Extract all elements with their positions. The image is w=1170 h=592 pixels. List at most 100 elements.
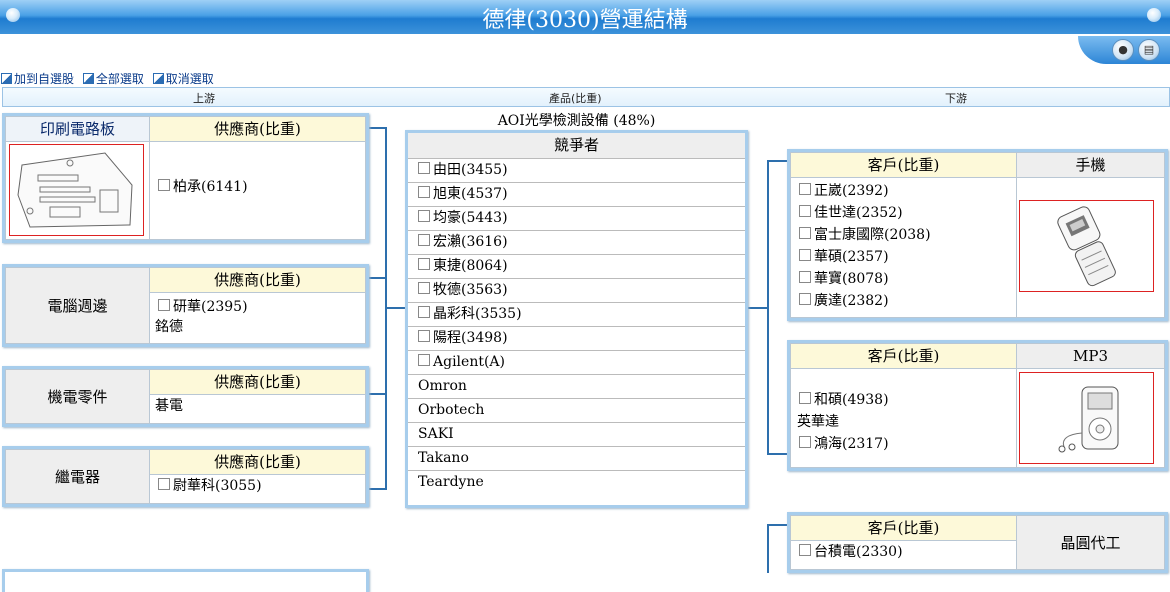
connector-line: [767, 524, 769, 573]
competitor-item: 陽程(3498): [408, 327, 745, 351]
competitor-item: Agilent(A): [408, 351, 745, 375]
printer-icon[interactable]: ▤: [1138, 39, 1160, 61]
select-checkbox[interactable]: [158, 478, 170, 490]
lock-icon[interactable]: ●: [1112, 39, 1134, 61]
competitor-item: Teardyne: [418, 474, 484, 490]
select-checkbox[interactable]: [799, 544, 811, 556]
competitor-header: 競爭者: [408, 133, 745, 159]
connector-line: [767, 160, 787, 162]
customer-item: 佳世達(2352): [791, 202, 1016, 224]
flip-phone-icon: [1019, 200, 1154, 292]
connector-line: [368, 488, 386, 490]
column-header-bar: 上游 產品(比重) 下游: [2, 87, 1170, 107]
customer-item: 華寶(8078): [791, 268, 1016, 290]
customer-item: 和碩(4938): [791, 389, 1016, 411]
pcb-board-icon: [9, 144, 144, 236]
downstream-column-label: 下游: [945, 92, 967, 105]
customer-item: 英華達: [797, 414, 839, 430]
select-checkbox[interactable]: [158, 179, 170, 191]
supplier-header: 供應商(比重): [149, 267, 366, 293]
competitor-item: Omron: [408, 375, 745, 399]
select-checkbox[interactable]: [158, 299, 170, 311]
downstream-panel-mp3: 客戶(比重) MP3 和碩(4938) 英華達 鴻海(2317): [787, 340, 1168, 471]
competitor-item: 東捷(8064): [408, 255, 745, 279]
category-label: 機電零件: [5, 369, 150, 424]
supplier-item: 柏承(6141): [150, 176, 365, 198]
select-checkbox[interactable]: [418, 234, 430, 246]
connector-line: [748, 307, 768, 309]
customer-header: 客戶(比重): [790, 515, 1017, 541]
competitor-list: 由田(3455) 旭東(4537) 均豪(5443) 宏瀨(3616) 東捷(8…: [408, 159, 745, 494]
competitor-item: 宏瀨(3616): [408, 231, 745, 255]
upstream-panel-partial: [2, 569, 369, 592]
add-to-watchlist-link[interactable]: 加到自選股: [1, 72, 74, 86]
downstream-panel-mobile: 客戶(比重) 手機 正崴(2392) 佳世達(2352) 富士康國際(2038)…: [787, 149, 1168, 321]
mp3-player-icon: [1019, 372, 1154, 464]
select-checkbox[interactable]: [799, 205, 811, 217]
category-label: 印刷電路板: [5, 116, 150, 142]
product-name: AOI光學檢測設備 (48%): [497, 113, 656, 129]
competitor-panel: 競爭者 由田(3455) 旭東(4537) 均豪(5443) 宏瀨(3616) …: [405, 130, 748, 508]
select-checkbox[interactable]: [799, 271, 811, 283]
upstream-column-label: 上游: [193, 92, 215, 105]
select-checkbox[interactable]: [799, 436, 811, 448]
supplier-item: 碁電: [155, 398, 183, 414]
arrow-icon: [152, 73, 164, 84]
connector-line: [767, 160, 769, 454]
category-label: 晶圓代工: [1016, 515, 1165, 570]
customer-header: 客戶(比重): [790, 152, 1017, 178]
arrow-icon: [1, 73, 12, 84]
category-label: MP3: [1016, 343, 1165, 369]
select-checkbox[interactable]: [418, 210, 430, 222]
upstream-panel-pcb: 印刷電路板 供應商(比重) 柏承(6141): [2, 113, 369, 243]
select-checkbox[interactable]: [418, 330, 430, 342]
deselect-link[interactable]: 取消選取: [152, 72, 214, 86]
supplier-header: 供應商(比重): [149, 449, 366, 475]
select-checkbox[interactable]: [799, 293, 811, 305]
supplier-header: 供應商(比重): [149, 116, 366, 142]
title-bar: 德律(3030)營運結構: [0, 0, 1170, 34]
customer-item: 鴻海(2317): [791, 433, 1016, 455]
customer-item: 廣達(2382): [791, 290, 1016, 312]
connector-line: [368, 127, 386, 129]
competitor-item: 牧德(3563): [408, 279, 745, 303]
competitor-item: SAKI: [408, 423, 745, 447]
supplier-header: 供應商(比重): [149, 369, 366, 395]
select-checkbox[interactable]: [418, 354, 430, 366]
select-checkbox[interactable]: [418, 282, 430, 294]
connector-line: [368, 393, 386, 395]
select-checkbox[interactable]: [799, 227, 811, 239]
connector-line: [368, 277, 386, 279]
select-checkbox[interactable]: [418, 258, 430, 270]
customer-item: 台積電(2330): [791, 541, 1016, 563]
arrow-icon: [82, 73, 94, 84]
category-label: 手機: [1016, 152, 1165, 178]
select-checkbox[interactable]: [799, 392, 811, 404]
select-checkbox[interactable]: [799, 249, 811, 261]
select-checkbox[interactable]: [418, 306, 430, 318]
select-checkbox[interactable]: [799, 183, 811, 195]
customer-item: 華碩(2357): [791, 246, 1016, 268]
competitor-item: 均豪(5443): [408, 207, 745, 231]
supplier-item: 銘德: [155, 319, 183, 335]
connector-line: [767, 524, 787, 526]
competitor-item: 旭東(4537): [408, 183, 745, 207]
select-checkbox[interactable]: [418, 186, 430, 198]
downstream-panel-foundry: 客戶(比重) 晶圓代工 台積電(2330): [787, 512, 1168, 573]
connector-line: [767, 453, 787, 455]
competitor-item: Takano: [408, 447, 745, 471]
supplier-item: 研華(2395): [150, 297, 365, 317]
connector-line: [385, 307, 405, 309]
upstream-panel-electromechanical: 機電零件 供應商(比重) 碁電: [2, 366, 369, 427]
action-links: 加到自選股 全部選取 取消選取: [1, 70, 219, 87]
customer-header: 客戶(比重): [790, 343, 1017, 369]
select-checkbox[interactable]: [418, 162, 430, 174]
upstream-panel-relay: 繼電器 供應商(比重) 尉華科(3055): [2, 446, 369, 507]
customer-item: 正崴(2392): [791, 180, 1016, 202]
supplier-item: 尉華科(3055): [150, 475, 365, 497]
category-label: 繼電器: [5, 449, 150, 504]
customer-item: 富士康國際(2038): [791, 224, 1016, 246]
competitor-item: 由田(3455): [408, 159, 745, 183]
category-label: 電腦週邊: [5, 267, 150, 344]
select-all-link[interactable]: 全部選取: [82, 72, 144, 86]
